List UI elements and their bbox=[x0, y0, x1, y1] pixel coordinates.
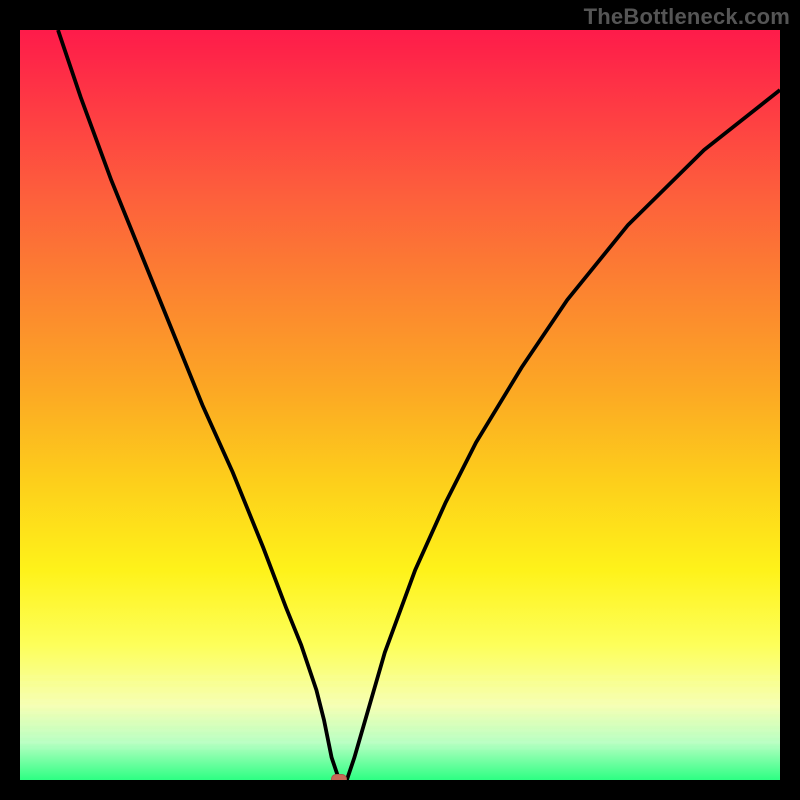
chart-container: TheBottleneck.com bbox=[0, 0, 800, 800]
bottleneck-curve bbox=[20, 30, 780, 780]
curve-path bbox=[58, 30, 780, 780]
plot-area bbox=[20, 30, 780, 780]
watermark-text: TheBottleneck.com bbox=[584, 4, 790, 30]
bottleneck-marker bbox=[331, 774, 347, 780]
